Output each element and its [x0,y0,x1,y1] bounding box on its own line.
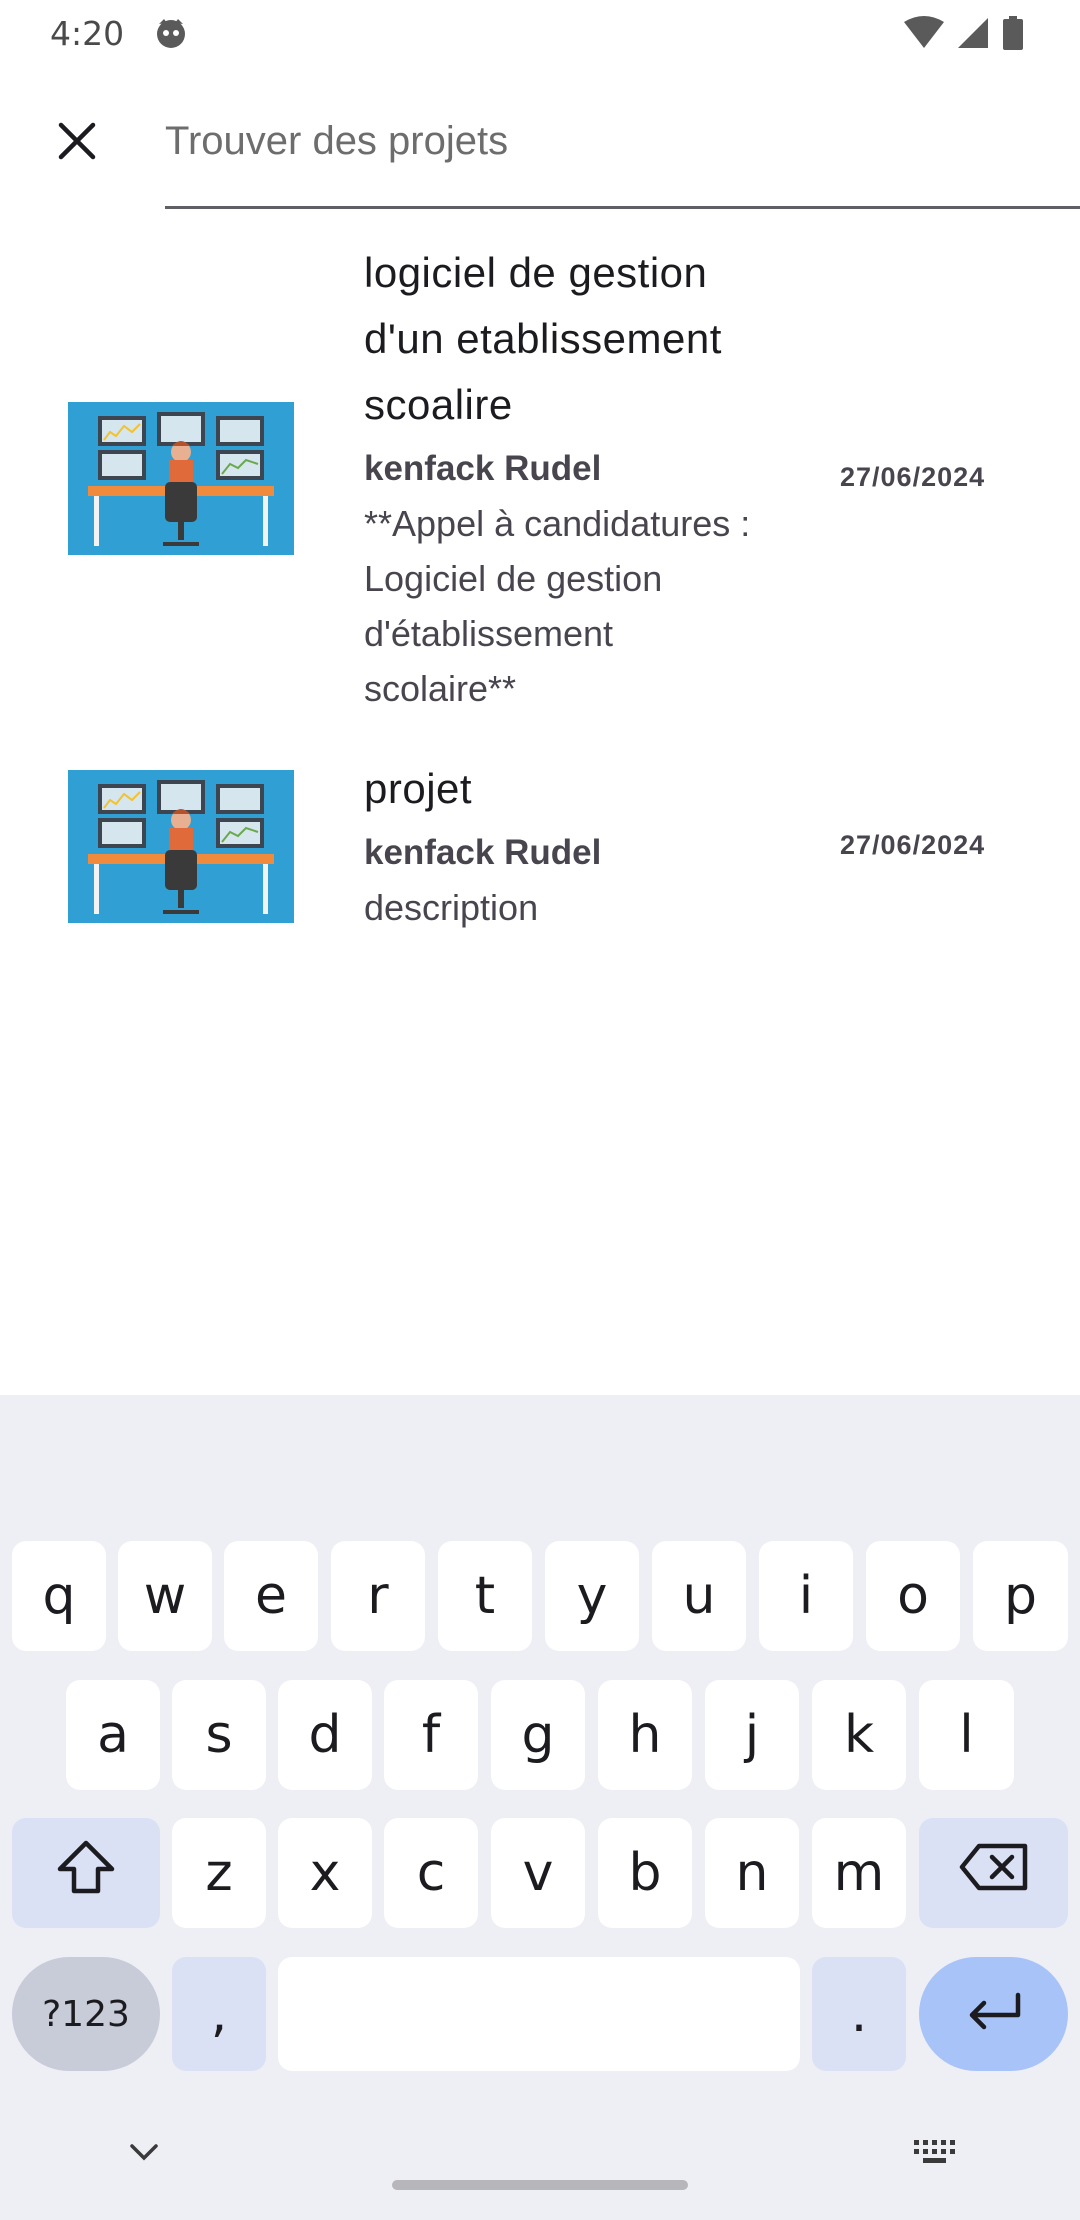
period-key[interactable]: . [812,1957,906,2071]
comma-key[interactable]: , [172,1957,266,2071]
enter-key[interactable] [919,1957,1068,2071]
key-p[interactable]: p [973,1541,1068,1651]
item-description-line: description [364,887,539,928]
item-title-line: logiciel de gestion [364,249,708,296]
on-screen-keyboard: q w e r t y u i o p a s d f g h j k l z … [0,1395,1080,2220]
key-s[interactable]: s [172,1680,266,1790]
item-description-line: **Appel à candidatures : [364,503,751,544]
list-item[interactable]: projet kenfack Rudel description 27/06/2… [0,756,1080,946]
key-a[interactable]: a [66,1680,160,1790]
item-date: 27/06/2024 [840,462,986,492]
key-k[interactable]: k [812,1680,906,1790]
key-m[interactable]: m [812,1818,906,1928]
item-title: projet [364,756,804,822]
search-bar [0,66,1080,216]
item-text: projet kenfack Rudel description [364,756,804,935]
shift-key[interactable] [12,1818,160,1928]
key-d[interactable]: d [278,1680,372,1790]
key-f[interactable]: f [384,1680,478,1790]
hide-keyboard-icon[interactable] [126,2140,162,2169]
key-q[interactable]: q [12,1541,106,1651]
key-h[interactable]: h [598,1680,692,1790]
backspace-icon [959,1842,1029,1905]
backspace-key[interactable] [919,1818,1068,1928]
search-input[interactable] [165,108,1080,174]
project-thumbnail [68,402,294,555]
item-description: description [364,880,804,935]
key-e[interactable]: e [224,1541,318,1651]
close-icon [57,121,97,166]
battery-icon [1002,16,1024,55]
enter-icon [964,1984,1024,2044]
item-title-line: scoalire [364,381,513,428]
key-c[interactable]: c [384,1818,478,1928]
gesture-nav-handle[interactable] [392,2180,688,2190]
status-icons [904,16,1024,55]
item-text: logiciel de gestion d'un etablissement s… [364,240,804,716]
space-key[interactable] [278,1957,800,2071]
item-description-line: Logiciel de gestion [364,558,663,599]
key-n[interactable]: n [705,1818,799,1928]
key-o[interactable]: o [866,1541,960,1651]
key-x[interactable]: x [278,1818,372,1928]
key-u[interactable]: u [652,1541,746,1651]
key-v[interactable]: v [491,1818,585,1928]
signal-icon [956,16,990,55]
key-z[interactable]: z [172,1818,266,1928]
item-title-line: d'un etablissement [364,315,722,362]
key-i[interactable]: i [759,1541,853,1651]
item-author: kenfack Rudel [364,833,602,872]
face-icon [154,16,188,50]
wifi-icon [904,16,944,55]
keyboard-switch-icon[interactable] [912,2138,958,2171]
close-button[interactable] [40,106,114,180]
symbols-key[interactable]: ?123 [12,1957,160,2071]
item-description-line: d'établissement [364,613,614,654]
item-date: 27/06/2024 [840,830,986,860]
key-w[interactable]: w [118,1541,212,1651]
item-title: logiciel de gestion d'un etablissement s… [364,240,804,438]
key-y[interactable]: y [545,1541,639,1651]
key-b[interactable]: b [598,1818,692,1928]
key-g[interactable]: g [491,1680,585,1790]
item-author: kenfack Rudel [364,449,602,488]
status-bar: 4:20 [0,0,1080,66]
key-l[interactable]: l [919,1680,1014,1790]
key-t[interactable]: t [438,1541,532,1651]
list-item[interactable]: logiciel de gestion d'un etablissement s… [0,240,1080,720]
shift-icon [56,1839,116,1908]
status-time: 4:20 [50,14,125,53]
search-underline [165,206,1080,209]
key-j[interactable]: j [705,1680,799,1790]
item-description: **Appel à candidatures : Logiciel de ges… [364,496,804,716]
key-r[interactable]: r [331,1541,425,1651]
project-thumbnail [68,770,294,923]
item-title-line: projet [364,765,473,812]
item-description-line: scolaire** [364,668,517,709]
